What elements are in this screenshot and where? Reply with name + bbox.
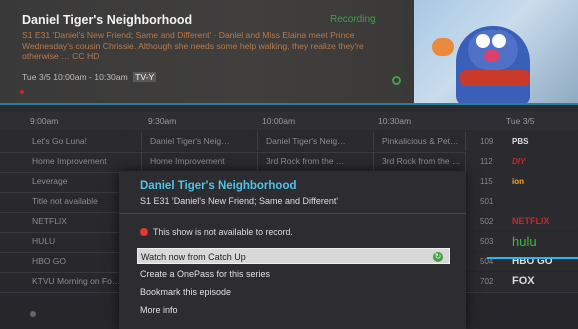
program-options-dialog: Daniel Tiger's Neighborhood S1 E31 'Dani… bbox=[119, 171, 466, 329]
live-preview-video[interactable] bbox=[414, 0, 578, 103]
guide-row[interactable]: Let's Go Luna! Daniel Tiger's Neig… Dani… bbox=[0, 132, 578, 153]
guide-cell[interactable]: Daniel Tiger's Neig… bbox=[258, 132, 374, 151]
dialog-divider bbox=[119, 213, 466, 214]
channel-cell[interactable]: 502 NETFLIX bbox=[466, 212, 578, 231]
dialog-title: Daniel Tiger's Neighborhood bbox=[140, 180, 297, 192]
recording-badge: Recording bbox=[330, 14, 376, 25]
program-description: S1 E31 'Daniel's New Friend; Same and Di… bbox=[22, 30, 364, 62]
guide-row[interactable]: Home Improvement Home Improvement 3rd Ro… bbox=[0, 152, 578, 173]
channel-cell[interactable]: 501 bbox=[466, 192, 578, 211]
rating-badge: TV-Y bbox=[133, 72, 157, 82]
channel-cell[interactable]: 112 DIY bbox=[466, 152, 578, 171]
guide-cell[interactable]: Pinkalicious & Pet… bbox=[374, 132, 466, 151]
tv-guide-screen: Daniel Tiger's Neighborhood Recording S1… bbox=[0, 0, 578, 329]
channel-logo: hulu bbox=[512, 234, 537, 249]
option-label: Create a OnePass for this series bbox=[140, 269, 271, 279]
channel-cell[interactable]: 115 ion bbox=[466, 172, 578, 191]
bookmark-option[interactable]: Bookmark this episode bbox=[137, 284, 450, 300]
program-info-panel: Daniel Tiger's Neighborhood Recording S1… bbox=[0, 0, 414, 103]
record-warning: This show is not available to record. bbox=[140, 227, 293, 237]
channel-logo: PBS bbox=[512, 137, 529, 146]
guide-cell[interactable]: Home Improvement bbox=[142, 152, 258, 171]
channel-number: 504 bbox=[480, 257, 494, 266]
option-label: More info bbox=[140, 305, 178, 315]
character-scarf bbox=[460, 70, 530, 86]
program-title: Daniel Tiger's Neighborhood bbox=[22, 13, 193, 27]
channel-logo: HBO GO bbox=[512, 256, 553, 267]
program-airtime: Tue 3/5 10:00am - 10:30am TV-Y bbox=[22, 72, 157, 82]
character-eye bbox=[476, 34, 490, 48]
channel-logo: ion bbox=[512, 177, 524, 186]
guide-cell[interactable]: Let's Go Luna! bbox=[24, 132, 142, 151]
guide-cell[interactable]: Home Improvement bbox=[24, 152, 142, 171]
time-slot: 10:00am bbox=[262, 116, 296, 126]
channel-cell[interactable]: 504 HBO GO bbox=[466, 252, 578, 271]
info-dot-icon bbox=[30, 311, 36, 317]
channel-number: 112 bbox=[480, 157, 493, 166]
character-nose bbox=[484, 50, 500, 62]
channel-number: 501 bbox=[480, 197, 494, 206]
selection-indicator bbox=[487, 257, 578, 259]
time-slot: 9:30am bbox=[148, 116, 177, 126]
create-onepass-option[interactable]: Create a OnePass for this series bbox=[137, 266, 450, 282]
more-info-option[interactable]: More info bbox=[137, 302, 450, 318]
channel-cell[interactable]: 109 PBS bbox=[466, 132, 578, 151]
option-label: Watch now from Catch Up bbox=[141, 252, 246, 262]
guide-time-header: 9:00am 9:30am 10:00am 10:30am Tue 3/5 bbox=[0, 112, 578, 130]
channel-cell[interactable]: 503 hulu bbox=[466, 232, 578, 251]
refresh-icon: ↻ bbox=[433, 252, 443, 262]
channel-number: 109 bbox=[480, 137, 494, 146]
channel-logo: DIY bbox=[512, 157, 526, 166]
time-slot: 9:00am bbox=[30, 116, 59, 126]
airtime-text: Tue 3/5 10:00am - 10:30am bbox=[22, 72, 128, 82]
channel-number: 502 bbox=[480, 217, 494, 226]
warning-icon bbox=[140, 228, 148, 236]
watch-catchup-option[interactable]: Watch now from Catch Up ↻ bbox=[137, 248, 450, 264]
warning-text: This show is not available to record. bbox=[153, 227, 293, 237]
guide-date: Tue 3/5 bbox=[506, 116, 535, 126]
channel-logo: FOX bbox=[512, 275, 535, 287]
accent-divider bbox=[0, 103, 578, 105]
channel-number: 115 bbox=[480, 177, 493, 186]
option-label: Bookmark this episode bbox=[140, 287, 232, 297]
character-hand bbox=[432, 38, 454, 56]
channel-cell[interactable]: 702 FOX bbox=[466, 272, 578, 291]
time-slot: 10:30am bbox=[378, 116, 412, 126]
channel-logo: NETFLIX bbox=[512, 216, 550, 226]
character-eye bbox=[492, 34, 506, 48]
guide-cell[interactable]: Daniel Tiger's Neig… bbox=[142, 132, 258, 151]
catchup-icon bbox=[392, 76, 401, 85]
guide-cell[interactable]: 3rd Rock from the … bbox=[258, 152, 374, 171]
record-dot-icon bbox=[20, 90, 24, 94]
guide-cell[interactable]: 3rd Rock from the … bbox=[374, 152, 466, 171]
channel-number: 503 bbox=[480, 237, 494, 246]
dialog-subtitle: S1 E31 'Daniel's New Friend; Same and Di… bbox=[140, 196, 339, 206]
channel-number: 702 bbox=[480, 277, 494, 286]
